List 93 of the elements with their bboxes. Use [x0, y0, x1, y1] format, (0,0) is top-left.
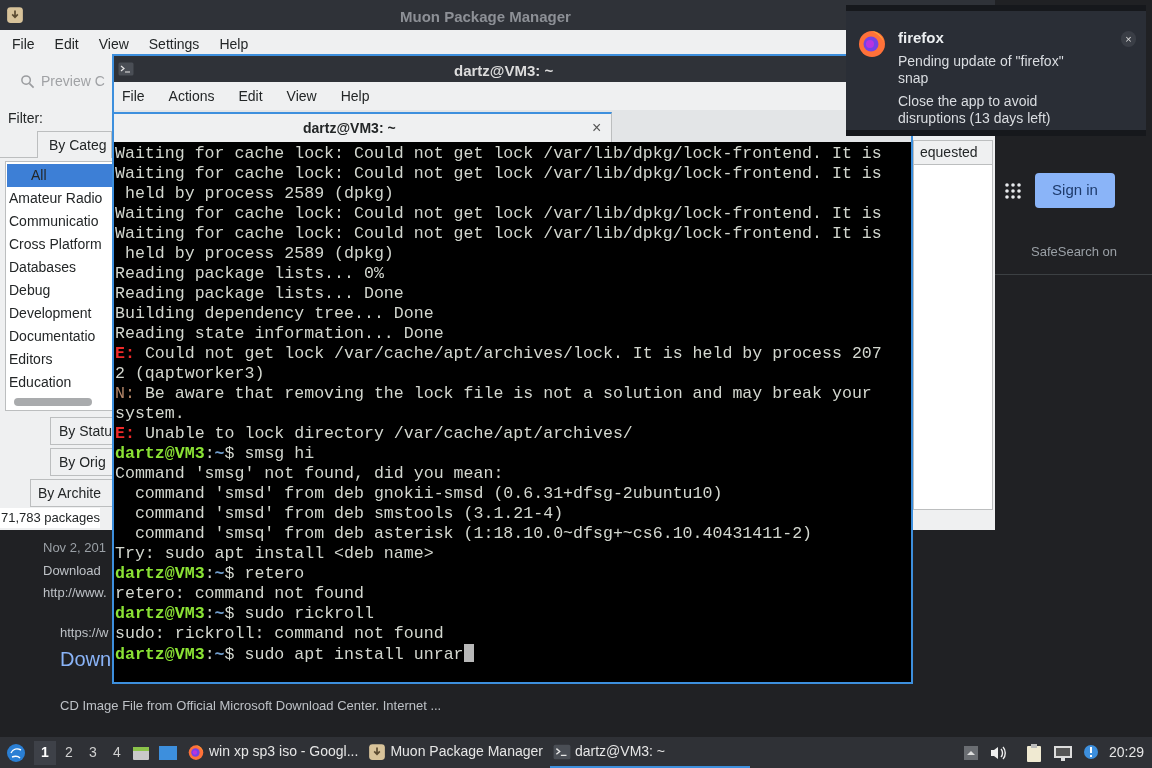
terminal-line: Try: sudo apt install <deb name>	[115, 544, 434, 564]
terminal-line: held by process 2589 (dpkg)	[123, 244, 394, 264]
notification-detail: Close the app to avoid disruptions (13 days left)	[898, 92, 1052, 127]
terminal-line: E: Unable to lock directory /var/cache/apt/archives/	[115, 424, 633, 444]
scrollbar[interactable]	[14, 398, 92, 406]
sign-in-button[interactable]: Sign in	[1035, 173, 1115, 208]
menu-item[interactable]: View	[98, 33, 129, 55]
menu-item[interactable]: Settings	[148, 33, 200, 55]
terminal-line: held by process 2589 (dpkg)	[123, 184, 394, 204]
terminal-tab[interactable]: dartz@VM3: ~ ×	[114, 112, 612, 142]
network-icon[interactable]	[1052, 743, 1073, 762]
menu-item[interactable]: File	[122, 85, 145, 107]
terminal-line: command 'smsq' from deb asterisk (1:18.10.0~dfsg+~cs6.10.40431411-2)	[133, 524, 813, 544]
category-item[interactable]: Editors	[6, 348, 112, 371]
result-link[interactable]: Down	[60, 645, 112, 697]
task-label: Muon Package Manager	[390, 742, 543, 761]
result-url: http://www.	[43, 584, 107, 602]
menu-item[interactable]: Help	[340, 85, 370, 107]
category-item[interactable]: Documentatio	[6, 325, 112, 348]
category-item[interactable]: Cross Platform	[6, 233, 112, 256]
menu-item[interactable]: View	[286, 85, 317, 107]
desktop-icon[interactable]	[158, 743, 178, 762]
terminal-line: Waiting for cache lock: Could not get lock /var/lib/dpkg/lock-frontend. It is	[115, 204, 882, 224]
status-text: 71,783 packages	[0, 508, 101, 528]
firefox-icon	[187, 742, 205, 761]
terminal-line: Waiting for cache lock: Could not get lock /var/lib/dpkg/lock-frontend. It is	[115, 144, 882, 164]
terminal-icon	[118, 61, 134, 77]
start-menu-icon[interactable]	[6, 742, 26, 763]
terminal-line: Reading package lists... 0%	[115, 264, 384, 284]
workspace-button[interactable]: 2	[58, 740, 80, 765]
search-icon	[20, 73, 35, 89]
safesearch-label: SafeSearch on	[1031, 243, 1117, 261]
terminal-line: Waiting for cache lock: Could not get lock /var/lib/dpkg/lock-frontend. It is	[115, 224, 882, 244]
terminal-prompt-line: dartz@VM3:~$ smsg hi	[115, 444, 315, 464]
taskbar-window-button[interactable]: Muon Package Manager	[365, 737, 546, 768]
apps-grid-icon[interactable]	[1005, 182, 1021, 199]
category-item[interactable]: Amateur Radio	[6, 187, 112, 210]
column-header[interactable]: equested	[914, 141, 992, 165]
terminal-line: Building dependency tree... Done	[115, 304, 434, 324]
terminal-line: command 'smsd' from deb gnokii-smsd (0.6.31+dfsg-2ubuntu10)	[133, 484, 723, 504]
terminal-line: 2 (qaptworker3)	[115, 364, 265, 384]
notification-message: Pending update of "firefox" snap	[898, 52, 1065, 87]
filter-tab[interactable]: By Categ	[37, 131, 112, 158]
menu-item[interactable]: Actions	[168, 85, 215, 107]
workspace-button[interactable]: 1	[34, 740, 56, 765]
package-icon	[6, 6, 24, 24]
menu-item[interactable]: Edit	[238, 85, 263, 107]
task-label: win xp sp3 iso - Googl...	[209, 742, 359, 761]
terminal-icon	[552, 742, 571, 761]
terminal-line: E: Could not get lock /var/cache/apt/archives/lock. It is held by process 207	[115, 344, 882, 364]
menu-item[interactable]: Help	[219, 33, 249, 55]
tab-title: dartz@VM3: ~	[303, 118, 396, 138]
package-icon	[368, 742, 387, 761]
notification-title: firefox	[898, 28, 944, 48]
terminal-line: Reading package lists... Done	[115, 284, 404, 304]
category-item[interactable]: Development	[6, 302, 112, 325]
result-snippet: CD Image File from Official Microsoft Download Center. Internet ...	[60, 697, 442, 715]
terminal-line: command 'smsd' from deb smstools (3.1.21-4)	[133, 504, 564, 524]
result-snippet: Download	[43, 562, 101, 580]
window-title: dartz@VM3: ~	[454, 61, 554, 81]
terminal-line: Reading state information... Done	[115, 324, 444, 344]
window-title: Muon Package Manager	[400, 7, 571, 27]
workspace-button[interactable]: 4	[106, 740, 128, 765]
taskbar-window-button[interactable]: dartz@VM3: ~	[549, 737, 750, 768]
menu-item[interactable]: File	[12, 33, 35, 55]
terminal-line: sudo: rickroll: command not found	[115, 624, 444, 644]
result-url: https://w	[60, 624, 109, 642]
terminal-prompt-line: dartz@VM3:~$ retero	[115, 564, 305, 584]
filter-label: Filter:	[8, 109, 43, 128]
category-item[interactable]: Communicatio	[6, 210, 112, 233]
result-date: Nov 2, 201	[43, 539, 106, 557]
terminal-prompt-line: dartz@VM3:~$ sudo apt install unrar	[115, 644, 474, 665]
menu-item[interactable]: Edit	[54, 33, 79, 55]
volume-icon[interactable]	[988, 744, 1007, 761]
terminal-line: Waiting for cache lock: Could not get lock /var/lib/dpkg/lock-frontend. It is	[115, 164, 882, 184]
category-item[interactable]: Databases	[6, 256, 112, 279]
close-tab-button[interactable]: ×	[592, 116, 602, 140]
task-label: dartz@VM3: ~	[574, 742, 666, 761]
clipboard-icon[interactable]	[1024, 742, 1043, 763]
terminal-prompt-line: dartz@VM3:~$ sudo rickroll	[115, 604, 374, 624]
terminal-line: Command 'smsg' not found, did you mean:	[115, 464, 504, 484]
terminal-line: retero: command not found	[115, 584, 364, 604]
search-field[interactable]: Preview C	[41, 70, 109, 92]
notification-icon[interactable]	[1082, 743, 1099, 762]
category-item[interactable]: Education	[6, 371, 112, 394]
category-item[interactable]: Debug	[6, 279, 112, 302]
clock: 20:29	[1108, 743, 1144, 762]
close-button[interactable]: ×	[1121, 31, 1136, 47]
terminal-line: system.	[115, 404, 185, 424]
terminal-line: N: Be aware that removing the lock file is not a solution and may break your	[115, 384, 872, 404]
workspace-button[interactable]: 3	[82, 740, 104, 765]
category-item[interactable]: All	[7, 164, 112, 187]
taskbar-window-button[interactable]: win xp sp3 iso - Googl...	[184, 737, 362, 768]
